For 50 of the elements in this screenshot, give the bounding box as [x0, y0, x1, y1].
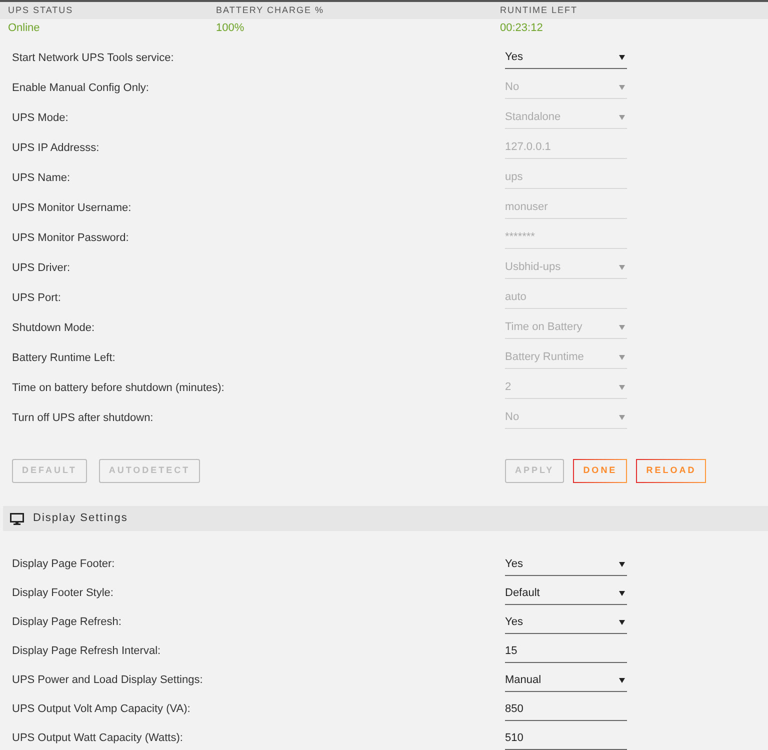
monitor-icon	[10, 512, 24, 524]
caret-icon	[619, 562, 625, 566]
caret-icon	[619, 415, 625, 420]
table-cell-text: 100%	[216, 20, 246, 36]
action-button[interactable]: DONE	[573, 459, 628, 483]
field-label: UPS Output Watt Capacity (Watts):	[12, 731, 184, 746]
field-label: Time on battery before shutdown (minutes):	[12, 380, 226, 396]
field-label: UPS Port:	[12, 290, 62, 306]
field-label: Start Network UPS Tools service:	[12, 50, 175, 66]
column-header: RUNTIME LEFT	[500, 4, 579, 17]
caret-icon	[619, 55, 625, 60]
table-cell-text: Online	[8, 20, 41, 36]
field-label: UPS Power and Load Display Settings:	[12, 673, 204, 688]
field-label: Turn off UPS after shutdown:	[12, 410, 154, 426]
dropdown[interactable]: Default	[505, 582, 627, 604]
caret-icon	[619, 678, 625, 682]
caret-icon	[619, 325, 625, 330]
field-label: UPS IP Addresss:	[12, 140, 100, 156]
field-label: Display Footer Style:	[12, 586, 114, 602]
column-header: UPS STATUS	[8, 4, 74, 17]
field-label: Shutdown Mode:	[12, 320, 96, 336]
field-label: Enable Manual Config Only:	[12, 80, 150, 96]
caret-icon	[619, 620, 625, 624]
caret-icon	[619, 115, 625, 120]
field-label: UPS Monitor Username:	[12, 200, 132, 216]
text-field[interactable]: 510	[505, 728, 627, 750]
field-label: UPS Mode:	[12, 110, 70, 126]
dropdown[interactable]: Yes	[505, 47, 627, 69]
field-label: UPS Output Volt Amp Capacity (VA):	[12, 702, 192, 718]
text-field[interactable]: 850	[505, 698, 627, 720]
field-label: Display Page Refresh:	[12, 615, 122, 630]
text-field[interactable]: 15	[505, 640, 627, 662]
field-label: Display Page Footer:	[12, 557, 116, 572]
column-header: BATTERY CHARGE %	[216, 4, 326, 17]
action-button[interactable]: RELOAD	[636, 459, 706, 483]
dropdown[interactable]: Yes	[505, 554, 627, 576]
field-label: UPS Driver:	[12, 260, 72, 276]
dropdown[interactable]: Manual	[505, 670, 627, 692]
dropdown[interactable]: Yes	[505, 612, 627, 634]
table-cell-text: 00:23:12	[500, 20, 544, 36]
caret-icon	[619, 355, 625, 360]
section-title: Display Settings	[33, 511, 128, 526]
field-label: UPS Name:	[12, 170, 72, 186]
caret-icon	[619, 385, 625, 390]
caret-icon	[619, 590, 625, 596]
caret-icon	[619, 265, 625, 270]
caret-icon	[619, 85, 625, 90]
field-label: Battery Runtime Left:	[12, 350, 116, 366]
field-label: UPS Monitor Password:	[12, 230, 130, 246]
field-label: Display Page Refresh Interval:	[12, 644, 162, 660]
